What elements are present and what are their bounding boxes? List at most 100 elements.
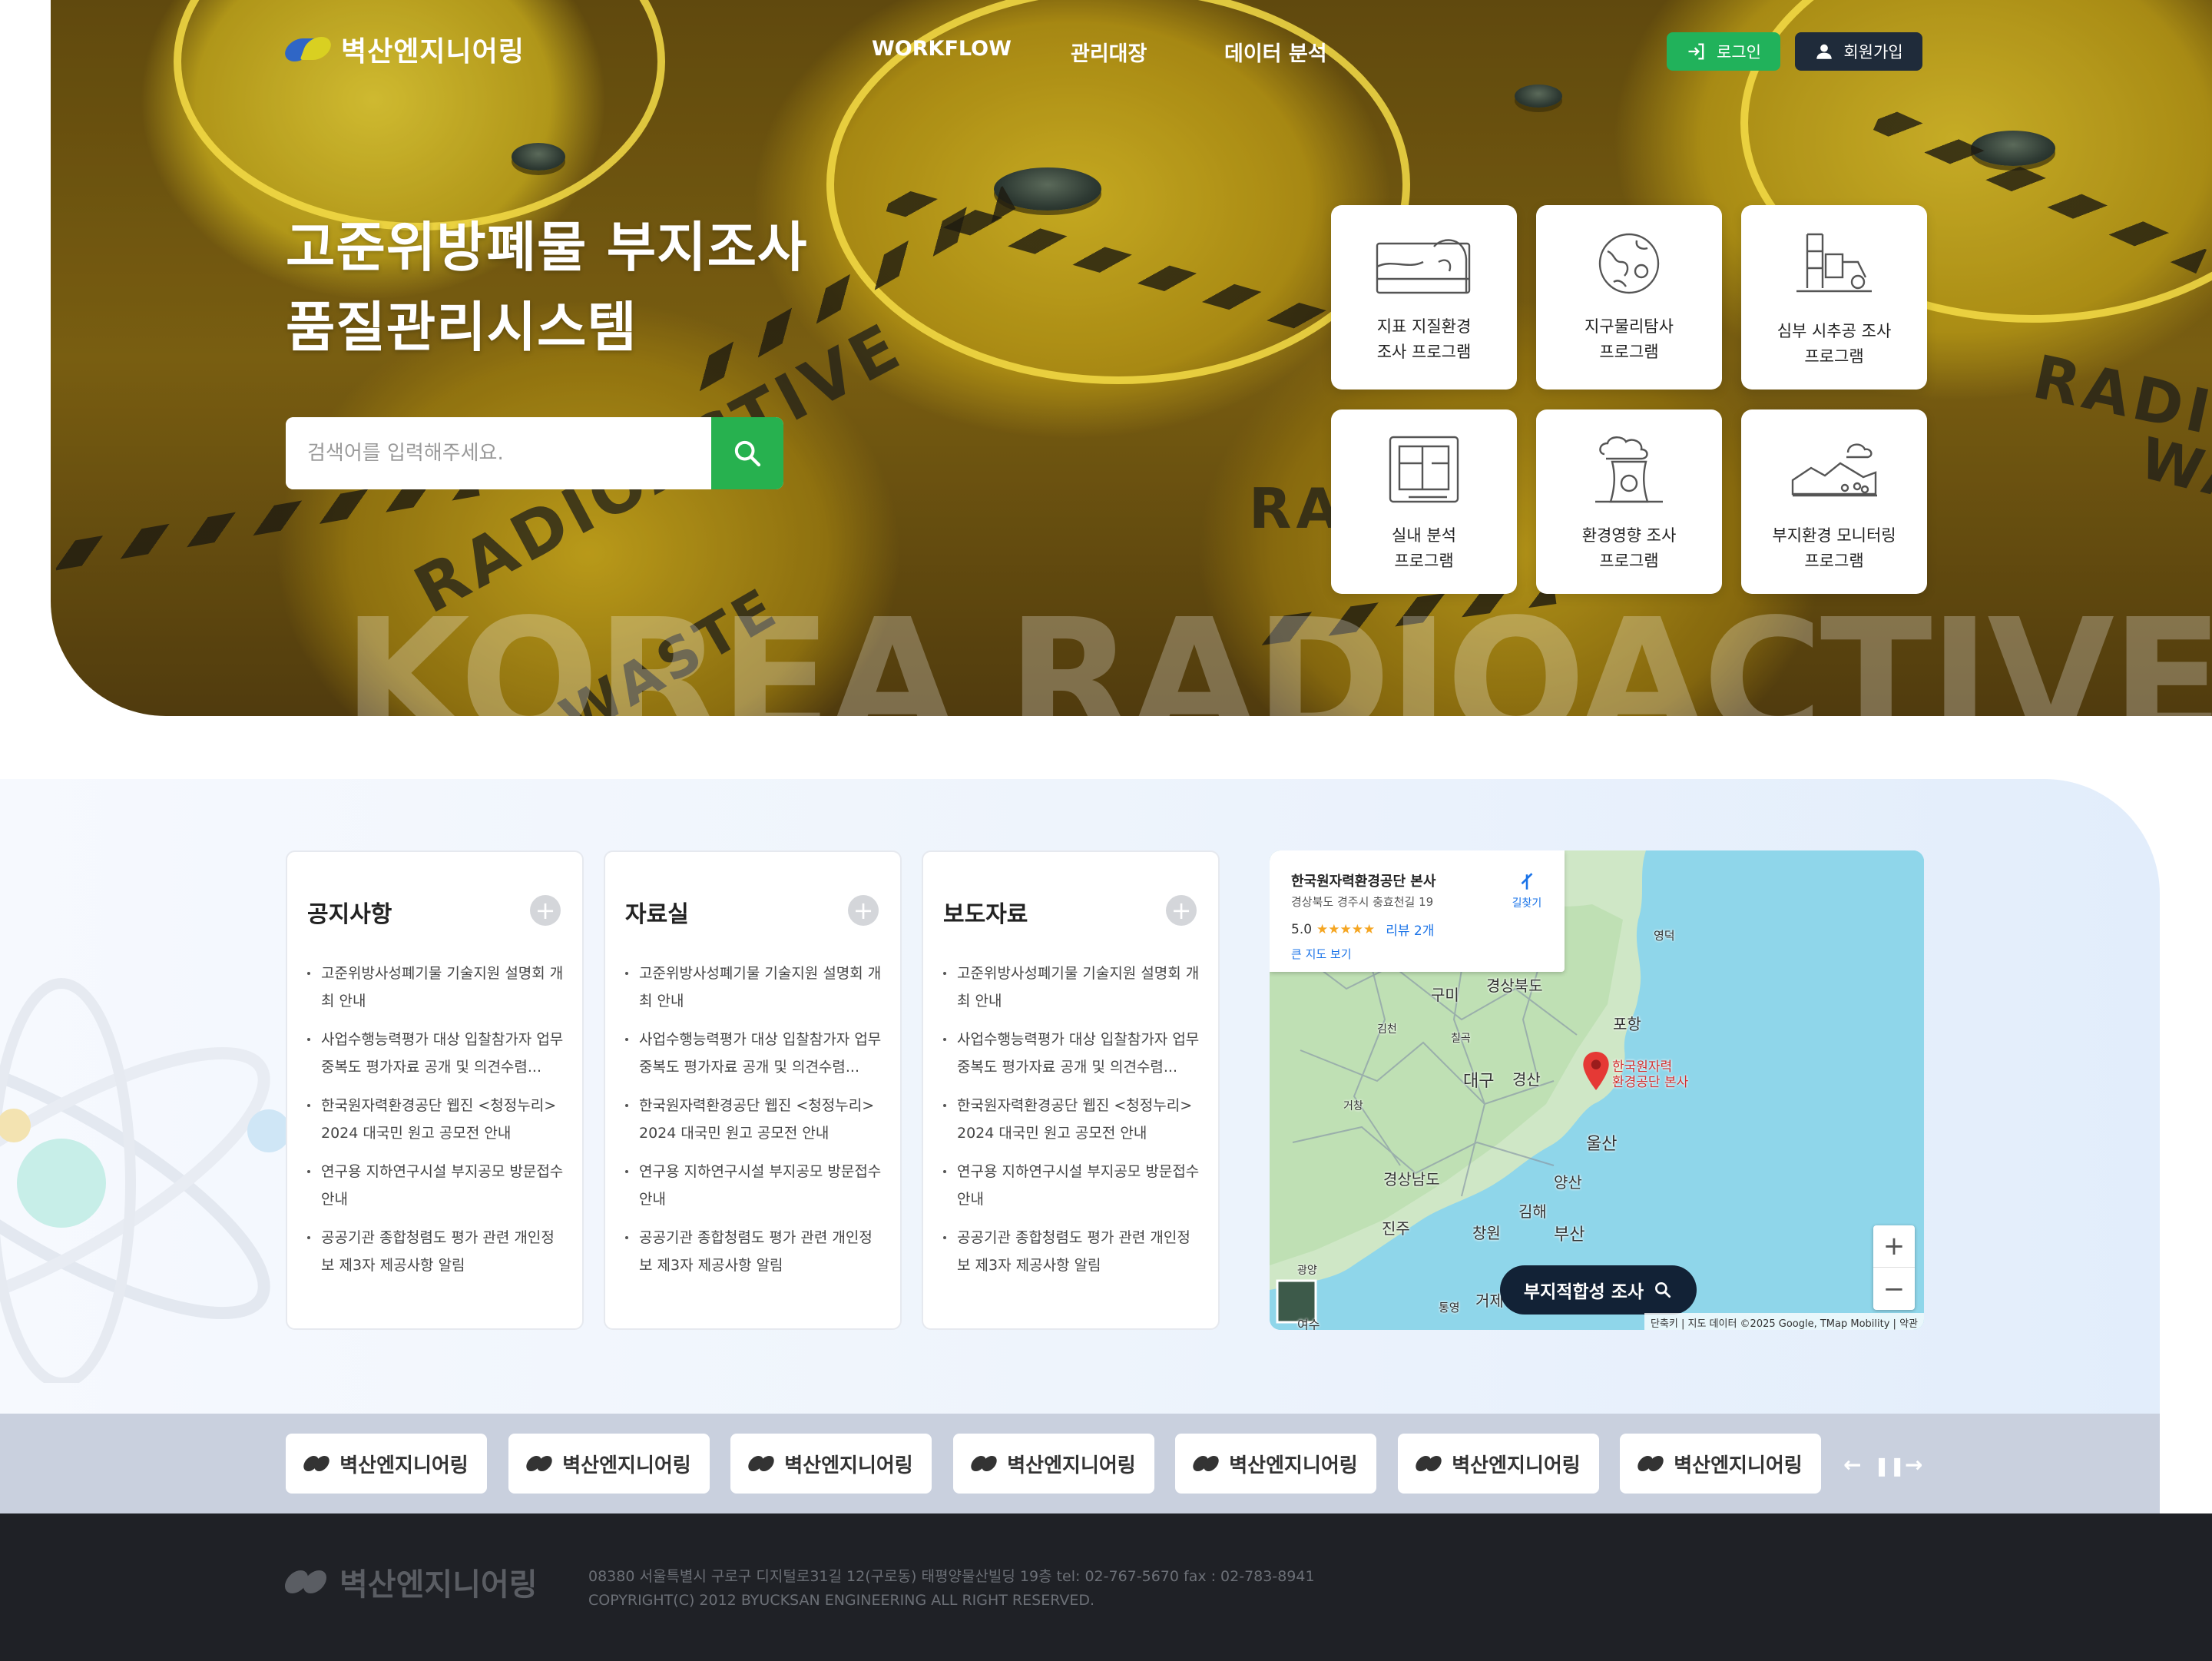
drill-rig-icon bbox=[1796, 233, 1872, 293]
partner-name: 벽산엔지니어링 bbox=[1674, 1454, 1803, 1477]
map-label: 경상북도 bbox=[1486, 976, 1543, 995]
map-zoom-control: + − bbox=[1873, 1225, 1915, 1310]
landscape-icon bbox=[1791, 443, 1877, 497]
partner-name: 벽산엔지니어링 bbox=[784, 1454, 913, 1477]
map-label: 진주 bbox=[1382, 1219, 1410, 1238]
footer-logo-mark-icon bbox=[281, 1569, 330, 1595]
footer-logo[interactable]: 벽산엔지니어링 bbox=[281, 1560, 538, 1604]
board-item[interactable]: 공공기관 종합청렴도 평가 관련 개인정보 제3자 제공사항 알림 bbox=[307, 1224, 567, 1279]
map-label: 통영 bbox=[1439, 1301, 1460, 1315]
more-plus-icon[interactable]: + bbox=[848, 895, 879, 926]
larger-map-link[interactable]: 큰 지도 보기 bbox=[1291, 946, 1352, 962]
search-input[interactable] bbox=[286, 417, 711, 489]
program-card-geophysics[interactable]: 지구물리탐사 프로그램 bbox=[1536, 205, 1722, 390]
partner-logo[interactable]: 벽산엔지니어링 bbox=[1398, 1434, 1599, 1494]
board-item[interactable]: 연구용 지하연구시설 부지공모 방문접수 안내 bbox=[943, 1158, 1203, 1213]
join-button[interactable]: 회원가입 bbox=[1795, 32, 1922, 71]
directions-label: 길찾기 bbox=[1512, 897, 1542, 910]
board-item[interactable]: 한국원자력환경공단 웹진 <청정누리> 2024 대국민 원고 공모전 안내 bbox=[943, 1092, 1203, 1147]
map-label: 대구 bbox=[1463, 1072, 1495, 1091]
board-item[interactable]: 공공기관 종합청렴도 평가 관련 개인정보 제3자 제공사항 알림 bbox=[943, 1224, 1203, 1279]
map-label: 창원 bbox=[1472, 1224, 1501, 1242]
barrel-cap bbox=[1515, 85, 1562, 108]
partner-logo[interactable]: 벽산엔지니어링 bbox=[953, 1434, 1154, 1494]
search-icon bbox=[1655, 1282, 1671, 1298]
more-plus-icon[interactable]: + bbox=[1166, 895, 1197, 926]
program-label: 부지환경 모니터링 프로그램 bbox=[1772, 526, 1896, 570]
board-item[interactable]: 고준위방사성폐기물 기술지원 설명회 개최 안내 bbox=[625, 960, 885, 1015]
program-card-lab-analysis[interactable]: 실내 분석 프로그램 bbox=[1331, 409, 1517, 594]
site-logo[interactable]: 벽산엔지니어링 bbox=[281, 29, 525, 69]
zoom-in-icon[interactable]: + bbox=[1873, 1225, 1915, 1268]
program-card-environmental-impact[interactable]: 환경영향 조사 프로그램 bbox=[1536, 409, 1722, 594]
prev-arrow-icon[interactable]: ← bbox=[1843, 1452, 1861, 1477]
map-label: 경상남도 bbox=[1383, 1170, 1440, 1189]
nav-item-data-analysis[interactable]: 데이터 분석 bbox=[1224, 37, 1327, 67]
board-title: 보도자료 bbox=[943, 901, 1028, 928]
directions-icon bbox=[1521, 873, 1533, 890]
directions-button[interactable]: 길찾기 bbox=[1508, 872, 1546, 910]
board-item[interactable]: 고준위방사성폐기물 기술지원 설명회 개최 안내 bbox=[943, 960, 1203, 1015]
board-item[interactable]: 연구용 지하연구시설 부지공모 방문접수 안내 bbox=[625, 1158, 885, 1213]
board-item[interactable]: 고준위방사성폐기물 기술지원 설명회 개최 안내 bbox=[307, 960, 567, 1015]
login-icon bbox=[1688, 43, 1704, 60]
board-title: 자료실 bbox=[625, 901, 689, 928]
blueprint-icon bbox=[1389, 436, 1459, 503]
program-card-surface-geology[interactable]: 지표 지질환경 조사 프로그램 bbox=[1331, 205, 1517, 390]
map-marker-icon[interactable] bbox=[1583, 1052, 1609, 1090]
partner-logo[interactable]: 벽산엔지니어링 bbox=[730, 1434, 932, 1494]
board-item[interactable]: 사업수행능력평가 대상 입찰참가자 업무중복도 평가자료 공개 및 의견수렴..… bbox=[307, 1026, 567, 1081]
barrel-text: RA bbox=[1249, 476, 1344, 541]
barrel-text: RADI bbox=[2027, 343, 2212, 449]
planet-icon bbox=[1598, 233, 1660, 294]
star-rating-icon: ★★★★★ bbox=[1316, 921, 1376, 937]
board-item[interactable]: 연구용 지하연구시설 부지공모 방문접수 안내 bbox=[307, 1158, 567, 1213]
board-item[interactable]: 사업수행능력평가 대상 입찰참가자 업무중복도 평가자료 공개 및 의견수렴..… bbox=[943, 1026, 1203, 1081]
pause-icon[interactable]: ❚❚ bbox=[1874, 1455, 1905, 1477]
nuclear-plant-icon bbox=[1595, 436, 1663, 503]
board-item[interactable]: 사업수행능력평가 대상 입찰참가자 업무중복도 평가자료 공개 및 의견수렴..… bbox=[625, 1026, 885, 1081]
location-map[interactable]: 한국원자력환경공단 본사 경상북도 경주시 충효천길 19 5.0 ★★★★★ … bbox=[1270, 850, 1924, 1330]
login-button[interactable]: 로그인 bbox=[1667, 32, 1780, 71]
board-item[interactable]: 한국원자력환경공단 웹진 <청정누리> 2024 대국민 원고 공모전 안내 bbox=[625, 1092, 885, 1147]
hero-title-line-2: 품질관리시스템 bbox=[286, 296, 637, 359]
site-suitability-button[interactable]: 부지적합성 조사 bbox=[1500, 1265, 1697, 1315]
press-board: 보도자료 + 고준위방사성폐기물 기술지원 설명회 개최 안내 사업수행능력평가… bbox=[922, 850, 1220, 1330]
join-label: 회원가입 bbox=[1843, 43, 1903, 61]
partner-name: 벽산엔지니어링 bbox=[562, 1454, 691, 1477]
search-button[interactable] bbox=[711, 417, 783, 489]
map-attribution: 단축키 | 지도 데이터 ©2025 Google, TMap Mobility… bbox=[1644, 1313, 1924, 1330]
nav-item-registry[interactable]: 관리대장 bbox=[1071, 37, 1147, 67]
more-plus-icon[interactable]: + bbox=[530, 895, 561, 926]
map-marker-label: 한국원자력 환경공단 본사 bbox=[1612, 1059, 1688, 1090]
board-item[interactable]: 공공기관 종합청렴도 평가 관련 개인정보 제3자 제공사항 알림 bbox=[625, 1224, 885, 1279]
map-label: 칠곡 bbox=[1451, 1033, 1471, 1045]
map-reviews-link[interactable]: 리뷰 2개 bbox=[1386, 920, 1434, 939]
hero-watermark: KOREA RADIOACTIVE WA bbox=[343, 584, 2212, 716]
partner-mark-icon bbox=[1413, 1454, 1444, 1473]
map-rating-value: 5.0 bbox=[1291, 921, 1313, 937]
barrel-text: WA bbox=[2133, 425, 2212, 517]
map-label: 울산 bbox=[1586, 1135, 1618, 1154]
notice-board: 공지사항 + 고준위방사성폐기물 기술지원 설명회 개최 안내 사업수행능력평가… bbox=[286, 850, 584, 1330]
partner-logo[interactable]: 벽산엔지니어링 bbox=[1175, 1434, 1376, 1494]
program-card-site-monitoring[interactable]: 부지환경 모니터링 프로그램 bbox=[1741, 409, 1927, 594]
next-arrow-icon[interactable]: → bbox=[1905, 1452, 1922, 1477]
zoom-out-icon[interactable]: − bbox=[1873, 1268, 1915, 1310]
board-item[interactable]: 한국원자력환경공단 웹진 <청정누리> 2024 대국민 원고 공모전 안내 bbox=[307, 1092, 567, 1147]
barrel-cap bbox=[512, 143, 565, 171]
program-label: 환경영향 조사 프로그램 bbox=[1581, 526, 1677, 570]
login-label: 로그인 bbox=[1717, 43, 1761, 61]
program-card-deep-borehole[interactable]: 심부 시추공 조사 프로그램 bbox=[1741, 205, 1927, 390]
partner-logo[interactable]: 벽산엔지니어링 bbox=[286, 1434, 487, 1494]
partner-logo[interactable]: 벽산엔지니어링 bbox=[1620, 1434, 1821, 1494]
map-marker-label-line: 한국원자력 bbox=[1612, 1059, 1673, 1075]
hero-title-line-1: 고준위방폐물 부지조사 bbox=[286, 216, 808, 279]
partner-logo[interactable]: 벽산엔지니어링 bbox=[508, 1434, 710, 1494]
search-icon bbox=[734, 440, 761, 467]
program-label: 지구물리탐사 프로그램 bbox=[1584, 317, 1674, 361]
map-label: 김해 bbox=[1518, 1202, 1547, 1221]
partner-name: 벽산엔지니어링 bbox=[1452, 1454, 1581, 1477]
nav-item-workflow[interactable]: WORKFLOW bbox=[872, 37, 1012, 61]
partner-mark-icon bbox=[1635, 1454, 1666, 1473]
